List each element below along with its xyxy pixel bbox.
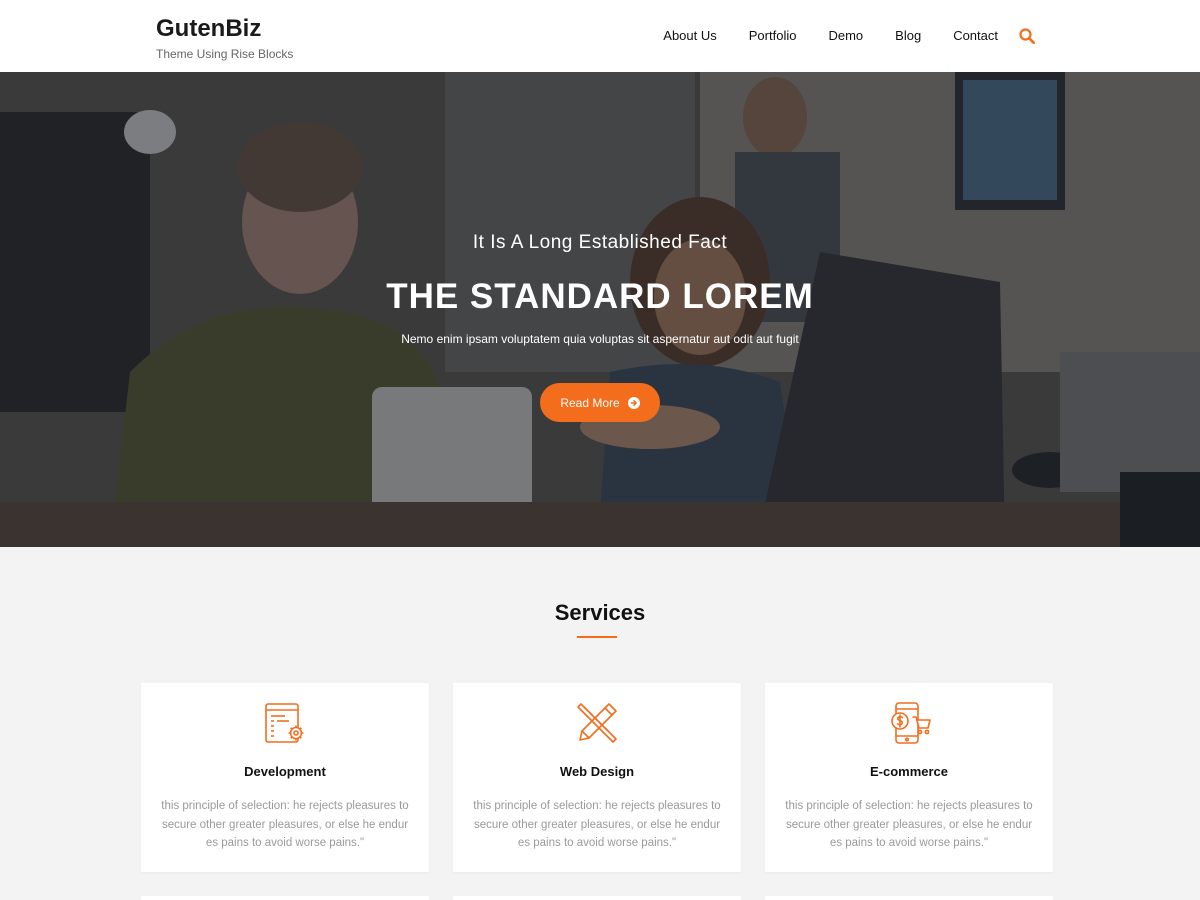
nav-item-blog[interactable]: Blog [895, 26, 921, 46]
nav-item-demo[interactable]: Demo [828, 26, 863, 46]
service-card-title: Web Design [559, 764, 635, 779]
site-title-link[interactable]: GutenBiz [156, 14, 293, 44]
read-more-label: Read More [560, 395, 620, 410]
read-more-button[interactable]: Read More [540, 383, 660, 422]
hero-title: THE STANDARD LOREM [386, 277, 814, 316]
service-card-title: Development [244, 764, 326, 779]
arrow-right-circle-icon [627, 396, 640, 409]
nav-item-about-us[interactable]: About Us [663, 26, 716, 46]
next-row-card-edge [453, 896, 741, 900]
hero-subtitle: Nemo enim ipsam voluptatem quia voluptas… [401, 332, 799, 346]
service-card-text: this principle of selection: he rejects … [473, 800, 721, 849]
ecommerce-icon [887, 701, 931, 745]
hero-banner: It Is A Long Established Fact THE STANDA… [0, 72, 1200, 547]
services-section: Services Development this principle of s… [0, 547, 1200, 900]
service-card-text: this principle of selection: he rejects … [785, 800, 1033, 849]
service-card-text: this principle of selection: he rejects … [161, 800, 409, 849]
development-icon [263, 701, 307, 745]
service-card-development: Development this principle of selection:… [141, 683, 429, 872]
service-card-web-design: Web Design this principle of selection: … [453, 683, 741, 872]
next-row-card-edge [141, 896, 429, 900]
next-row-card-edge [765, 896, 1053, 900]
hero-kicker: It Is A Long Established Fact [472, 232, 728, 253]
main-nav: About Us Portfolio Demo Blog Contact [663, 26, 1036, 46]
web-design-icon [575, 701, 619, 745]
site-tagline: Theme Using Rise Blocks [156, 47, 294, 61]
service-card-ecommerce: E-commerce this principle of selection: … [765, 683, 1053, 872]
services-heading-underline [577, 636, 617, 638]
site-header: GutenBiz Theme Using Rise Blocks About U… [0, 0, 1200, 72]
services-heading: Services [554, 600, 646, 625]
nav-item-portfolio[interactable]: Portfolio [749, 26, 797, 46]
search-icon[interactable] [1018, 27, 1036, 45]
nav-item-contact[interactable]: Contact [953, 26, 998, 46]
brand: GutenBiz Theme Using Rise Blocks [156, 14, 293, 61]
service-card-title: E-commerce [869, 764, 949, 779]
hero-content: It Is A Long Established Fact THE STANDA… [0, 230, 1200, 422]
